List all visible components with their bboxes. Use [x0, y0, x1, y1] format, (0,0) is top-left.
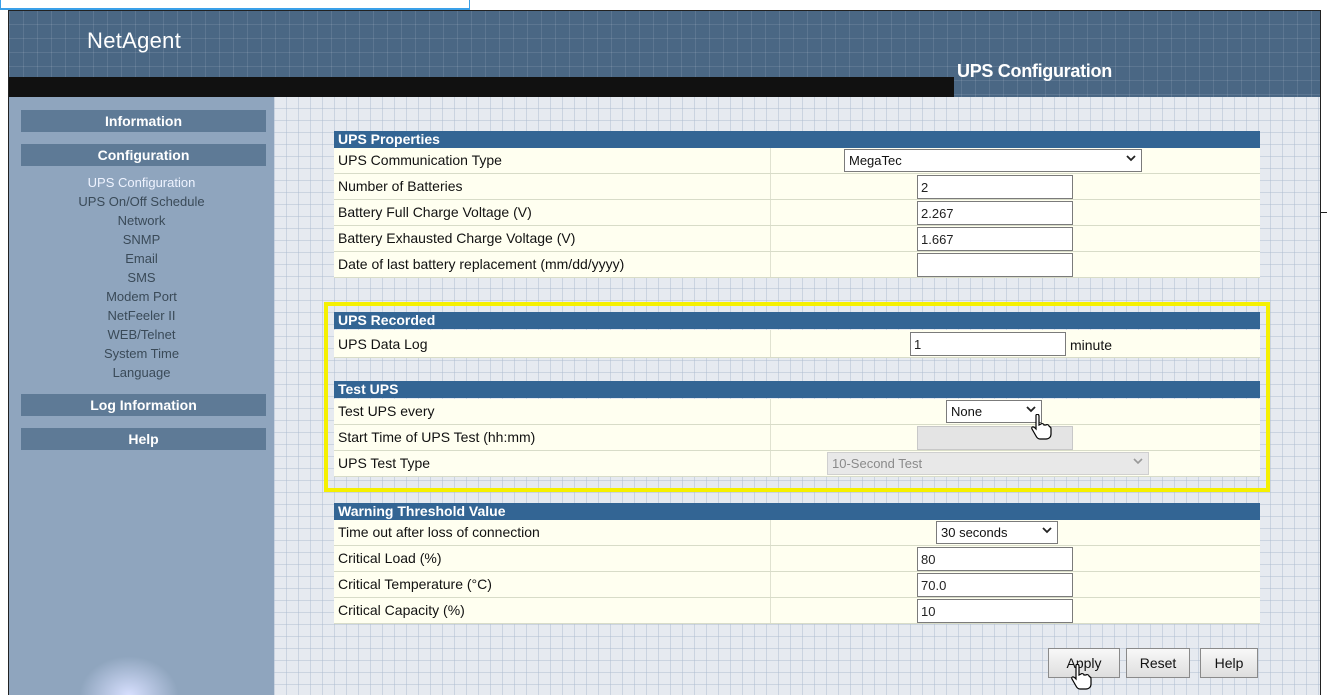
column-divider: [770, 546, 771, 571]
row-critical-temperature: Critical Temperature (°C): [334, 572, 1260, 598]
column-divider: [770, 174, 771, 199]
column-divider: [770, 148, 771, 173]
replacement-date-label: Date of last battery replacement (mm/dd/…: [338, 256, 625, 272]
critical-capacity-label: Critical Capacity (%): [338, 602, 465, 618]
netagent-logo: NetAgent: [87, 28, 182, 53]
critical-load-input[interactable]: [917, 547, 1073, 571]
sidebar-link-modem-port[interactable]: Modem Port: [9, 287, 274, 306]
row-critical-capacity: Critical Capacity (%): [334, 598, 1260, 624]
row-exhausted-voltage: Battery Exhausted Charge Voltage (V): [334, 226, 1260, 252]
hand-pointer-cursor-icon: [1071, 664, 1092, 690]
sidebar-link-web-telnet[interactable]: WEB/Telnet: [9, 325, 274, 344]
row-batteries: Number of Batteries: [334, 174, 1260, 200]
help-button[interactable]: Help: [1200, 648, 1258, 678]
exhausted-voltage-input[interactable]: [917, 227, 1073, 251]
reset-button[interactable]: Reset: [1126, 648, 1190, 678]
hand-pointer-cursor-icon: [1031, 414, 1052, 440]
sidebar-link-netfeeler[interactable]: NetFeeler II: [9, 306, 274, 325]
exhausted-voltage-label: Battery Exhausted Charge Voltage (V): [338, 230, 576, 246]
sidebar-link-network[interactable]: Network: [9, 211, 274, 230]
sidebar-link-ups-onoff-schedule[interactable]: UPS On/Off Schedule: [9, 192, 274, 211]
batteries-label: Number of Batteries: [338, 178, 463, 194]
window-frame-edge: [0, 0, 470, 10]
section-warning-threshold: Warning Threshold Value: [334, 503, 1260, 520]
configuration-submenu: UPS Configuration UPS On/Off Schedule Ne…: [9, 173, 274, 382]
column-divider: [770, 598, 771, 623]
chevron-down-icon: [1126, 155, 1136, 162]
yellow-highlight-box: [324, 302, 1270, 492]
page-title: UPS Configuration: [957, 61, 1112, 81]
sidebar-item-information[interactable]: Information: [21, 110, 266, 132]
sidebar-link-ups-configuration[interactable]: UPS Configuration: [9, 173, 274, 192]
critical-temperature-label: Critical Temperature (°C): [338, 576, 492, 592]
row-full-voltage: Battery Full Charge Voltage (V): [334, 200, 1260, 226]
full-voltage-input[interactable]: [917, 201, 1073, 225]
chevron-down-icon: [1042, 527, 1052, 534]
column-divider: [770, 520, 771, 545]
row-timeout: Time out after loss of connection 30 sec…: [334, 520, 1260, 546]
sidebar-link-sms[interactable]: SMS: [9, 268, 274, 287]
full-voltage-label: Battery Full Charge Voltage (V): [338, 204, 532, 220]
sidebar: Information Configuration UPS Configurat…: [9, 97, 274, 695]
sidebar-link-snmp[interactable]: SNMP: [9, 230, 274, 249]
timeout-label: Time out after loss of connection: [338, 524, 540, 540]
comm-type-label: UPS Communication Type: [338, 152, 502, 168]
row-replacement-date: Date of last battery replacement (mm/dd/…: [334, 252, 1260, 278]
column-divider: [770, 200, 771, 225]
critical-load-label: Critical Load (%): [338, 550, 442, 566]
timeout-value: 30 seconds: [941, 525, 1008, 540]
section-ups-properties: UPS Properties: [334, 131, 1260, 148]
column-divider: [770, 226, 771, 251]
comm-type-select[interactable]: MegaTec: [844, 149, 1142, 172]
column-divider: [770, 572, 771, 597]
batteries-input[interactable]: [917, 175, 1073, 199]
critical-temperature-input[interactable]: [917, 573, 1073, 597]
row-comm-type: UPS Communication Type MegaTec: [334, 148, 1260, 174]
column-divider: [770, 252, 771, 277]
header-black-bar: [9, 77, 954, 97]
critical-capacity-input[interactable]: [917, 599, 1073, 623]
sidebar-item-configuration[interactable]: Configuration: [21, 144, 266, 166]
sidebar-link-system-time[interactable]: System Time: [9, 344, 274, 363]
replacement-date-input[interactable]: [917, 253, 1073, 277]
header-banner: NetAgent UPS Configuration: [9, 11, 1320, 97]
sidebar-link-email[interactable]: Email: [9, 249, 274, 268]
comm-type-value: MegaTec: [849, 153, 902, 168]
sidebar-link-language[interactable]: Language: [9, 363, 274, 382]
row-critical-load: Critical Load (%): [334, 546, 1260, 572]
timeout-select[interactable]: 30 seconds: [936, 521, 1058, 544]
sidebar-item-log-information[interactable]: Log Information: [21, 394, 266, 416]
sidebar-item-help[interactable]: Help: [21, 428, 266, 450]
